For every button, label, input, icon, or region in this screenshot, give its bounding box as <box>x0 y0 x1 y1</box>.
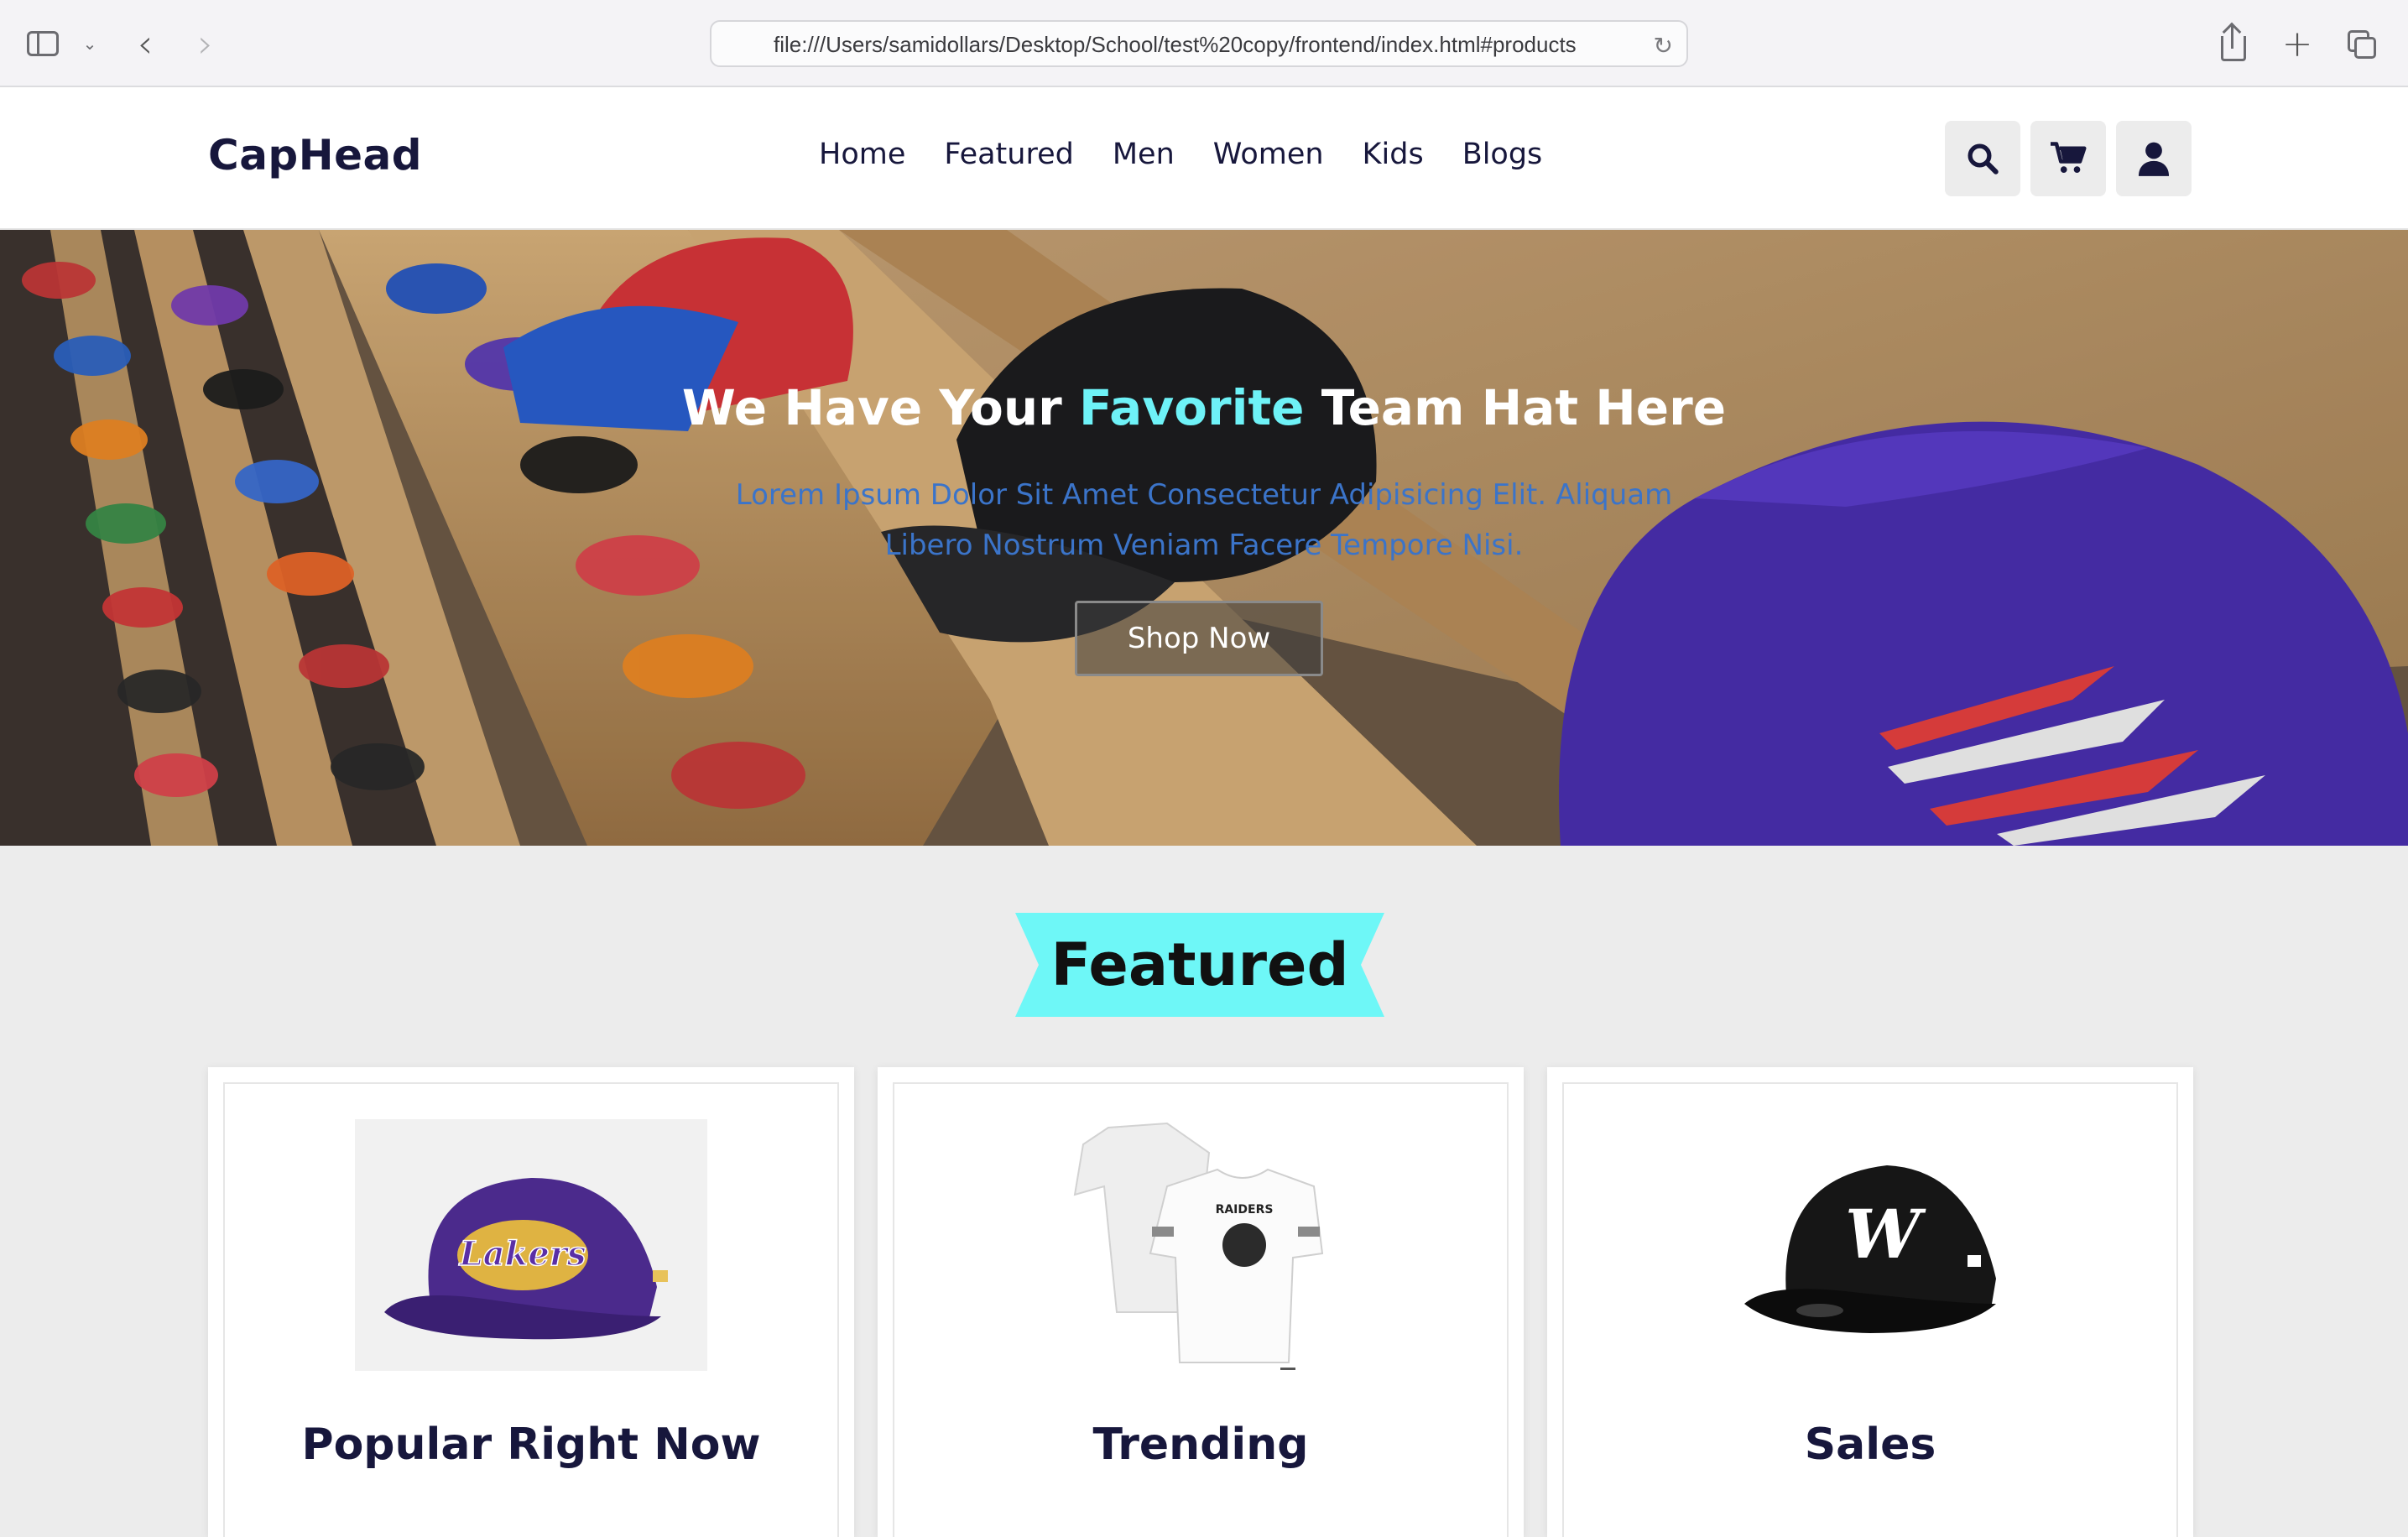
url-text[interactable]: file:///Users/samidollars/Desktop/School… <box>774 32 1577 58</box>
card-title: Popular Right Now <box>301 1420 761 1470</box>
raiders-jersey-image: RAIDERS <box>1024 1119 1377 1371</box>
user-icon <box>2138 142 2170 176</box>
hero-title-part1: We Have Your <box>681 379 1079 436</box>
cart-icon <box>2051 142 2087 173</box>
hero-title-accent: Favorite <box>1078 379 1305 436</box>
card-title: Sales <box>1804 1420 1936 1470</box>
reload-icon[interactable]: ↻ <box>1654 32 1673 60</box>
nav-link-featured[interactable]: Featured <box>944 138 1073 171</box>
hero-subtitle: Lorem Ipsum Dolor Sit Amet Consectetur A… <box>735 478 1673 562</box>
nav-link-home[interactable]: Home <box>819 138 905 171</box>
hero-title: We Have Your Favorite Team Hat Here <box>0 379 2408 436</box>
chevron-down-icon[interactable]: ⌄ <box>77 25 102 62</box>
cart-button[interactable] <box>2030 121 2106 196</box>
search-button[interactable] <box>1945 121 2020 196</box>
card-sales[interactable]: W Sales <box>1547 1067 2193 1537</box>
hero-title-part2: Team Hat Here <box>1304 379 1727 436</box>
account-button[interactable] <box>2116 121 2192 196</box>
browser-toolbar: ⌄ ‹ › file:///Users/samidollars/Desktop/… <box>0 0 2408 87</box>
featured-heading: Featured <box>1050 930 1349 999</box>
svg-text:Lakers: Lakers <box>459 1234 586 1274</box>
shop-now-button[interactable]: Shop Now <box>1075 601 1323 676</box>
hero-banner: We Have Your Favorite Team Hat Here Lore… <box>0 230 2408 846</box>
nationals-cap-image: W <box>1694 1119 2046 1371</box>
search-icon <box>1968 143 1999 175</box>
nav-link-kids[interactable]: Kids <box>1363 138 1424 171</box>
tab-overview-icon[interactable] <box>2343 25 2379 62</box>
site-logo[interactable]: CapHead <box>208 131 422 180</box>
card-trending[interactable]: RAIDERS Trending <box>878 1067 1524 1537</box>
nav-link-men[interactable]: Men <box>1113 138 1175 171</box>
sidebar-toggle-icon[interactable] <box>25 25 60 62</box>
new-tab-icon[interactable]: + <box>2279 23 2316 65</box>
card-title: Trending <box>1092 1420 1309 1470</box>
nav-link-women[interactable]: Women <box>1213 138 1324 171</box>
nav-link-blogs[interactable]: Blogs <box>1462 138 1543 171</box>
back-arrow-icon[interactable]: ‹ <box>126 21 164 66</box>
card-popular[interactable]: Lakers Popular Right Now <box>208 1067 854 1537</box>
share-icon[interactable] <box>2215 22 2252 62</box>
site-header: CapHead Home Featured Men Women Kids Blo… <box>0 87 2408 230</box>
header-actions <box>1945 121 2192 196</box>
svg-text:RAIDERS: RAIDERS <box>1216 1203 1274 1217</box>
lakers-cap-image: Lakers <box>355 1119 707 1371</box>
main-nav: Home Featured Men Women Kids Blogs <box>819 138 1542 171</box>
address-bar[interactable]: file:///Users/samidollars/Desktop/School… <box>710 20 1688 67</box>
svg-text:W: W <box>1845 1195 1926 1274</box>
forward-arrow-icon[interactable]: › <box>186 21 225 66</box>
